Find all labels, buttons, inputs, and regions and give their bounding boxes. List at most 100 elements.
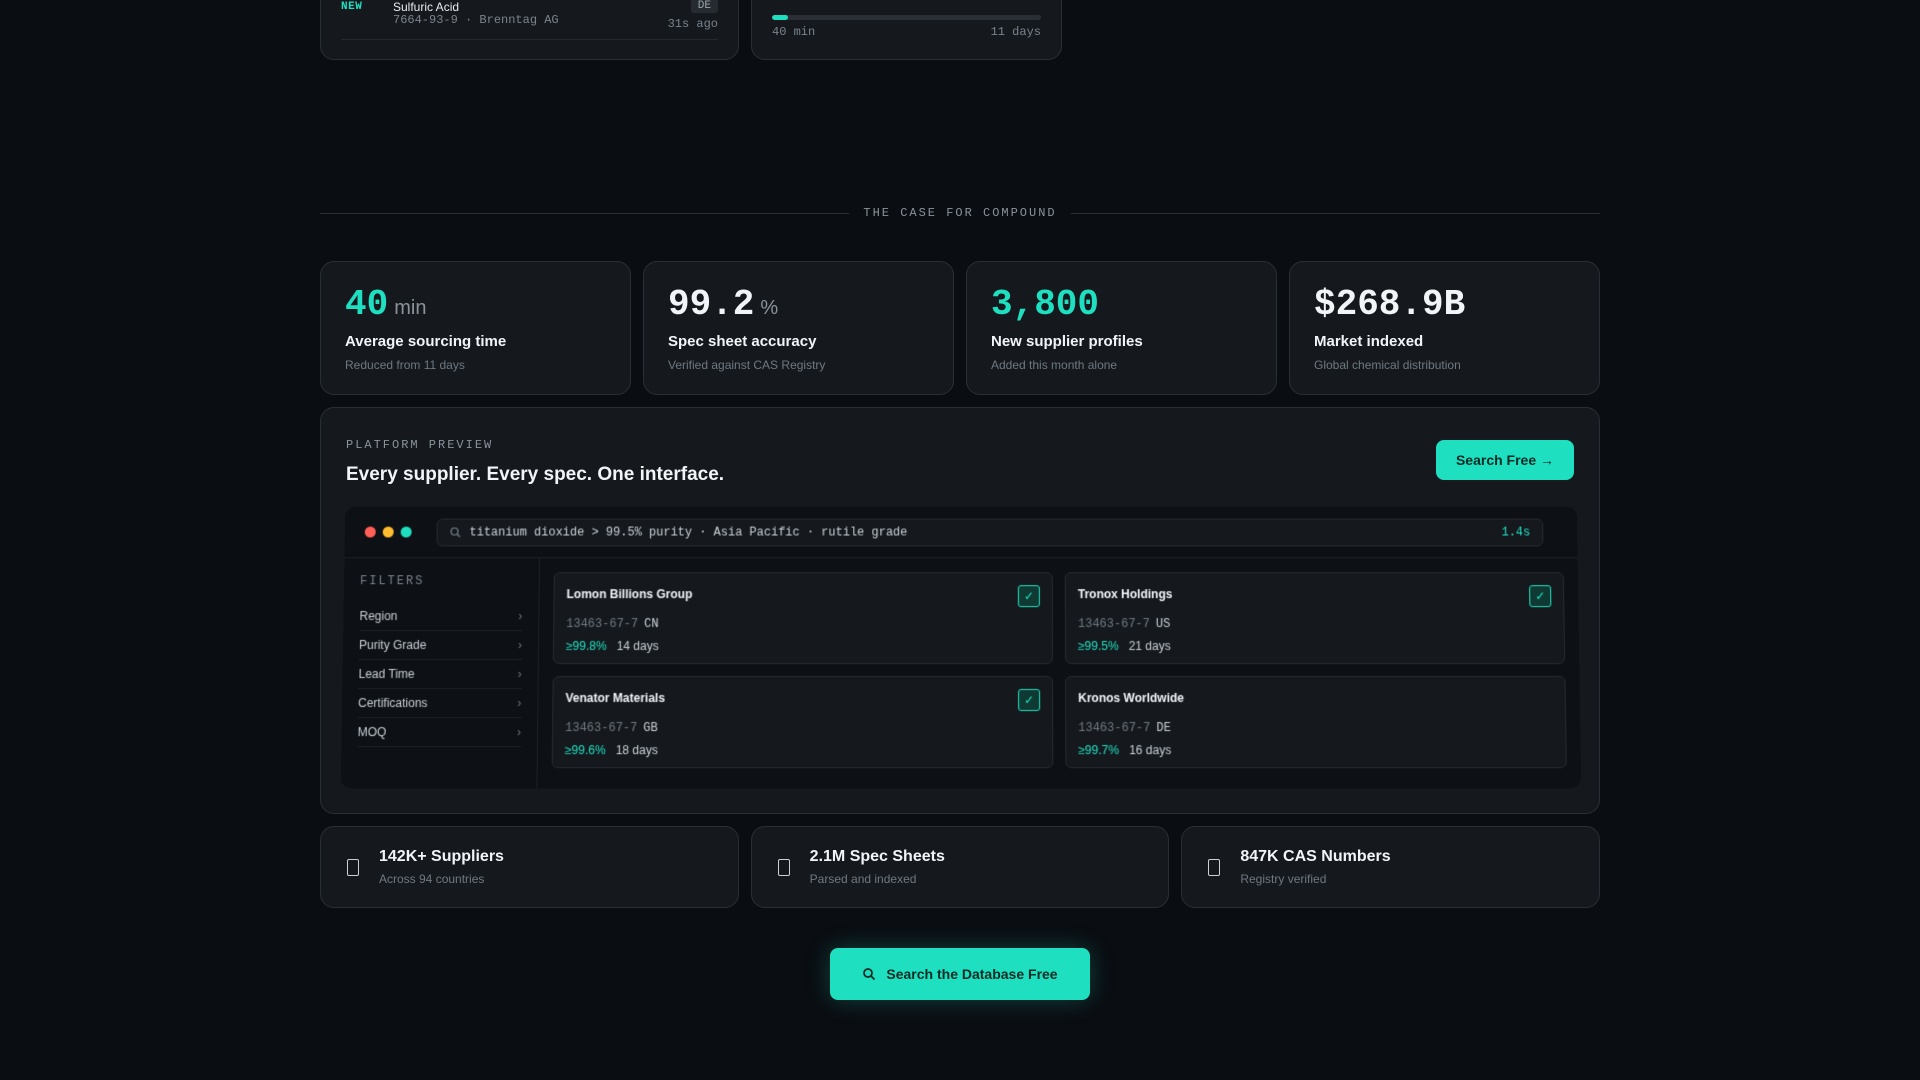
supplier-result-card[interactable]: Kronos Worldwide 13463-67-7 DE ≥99.7% 16 d… bbox=[1065, 676, 1567, 768]
features-row: 142K+ Suppliers Across 94 countries 2.1M… bbox=[320, 826, 1600, 908]
search-icon bbox=[862, 967, 876, 981]
cas-number: 13463-67-7 bbox=[566, 617, 638, 631]
purity-value: ≥99.7% bbox=[1078, 743, 1119, 757]
stat-title: Market indexed bbox=[1314, 333, 1575, 350]
cta-label: Search the Database Free bbox=[886, 966, 1057, 982]
stat-unit: % bbox=[760, 297, 778, 320]
stat-card: 40 min Average sourcing time Reduced fro… bbox=[320, 261, 631, 395]
stat-value: 99.2 bbox=[668, 284, 754, 325]
stats-row: 40 min Average sourcing time Reduced fro… bbox=[320, 261, 1600, 395]
country-code: CN bbox=[644, 617, 659, 631]
stat-subtitle: Verified against CAS Registry bbox=[668, 358, 929, 372]
results-grid: Lomon Billions Group ✓ 13463-67-7 CN ≥99.… bbox=[537, 558, 1581, 788]
cas-number: 13463-67-7 bbox=[1078, 617, 1150, 631]
stat-value: 3,800 bbox=[991, 284, 1099, 325]
stat-subtitle: Global chemical distribution bbox=[1314, 358, 1575, 372]
document-icon bbox=[778, 859, 790, 876]
section-label: THE CASE FOR COMPOUND bbox=[863, 206, 1056, 220]
filter-lead-time[interactable]: Lead Time › bbox=[358, 660, 522, 689]
window-close-dot bbox=[365, 527, 376, 538]
compound-meta: 7664-93-9 · Brenntag AG bbox=[393, 13, 559, 27]
platform-preview-section: PLATFORM PREVIEW Every supplier. Every s… bbox=[320, 407, 1600, 814]
cas-number: 13463-67-7 bbox=[1078, 721, 1150, 735]
lead-time: 21 days bbox=[1129, 639, 1171, 653]
filters-title: FILTERS bbox=[360, 574, 523, 588]
verified-check-icon: ✓ bbox=[1529, 585, 1551, 607]
document-icon bbox=[347, 859, 359, 876]
purity-value: ≥99.8% bbox=[566, 639, 607, 653]
feature-subtitle: Registry verified bbox=[1240, 872, 1390, 886]
purity-value: ≥99.5% bbox=[1078, 639, 1119, 653]
preview-kicker: PLATFORM PREVIEW bbox=[346, 438, 493, 452]
app-preview-window: titanium dioxide > 99.5% purity · Asia P… bbox=[341, 507, 1582, 789]
stat-card: $268.9B Market indexed Global chemical d… bbox=[1289, 261, 1600, 395]
feature-card-spec-sheets: 2.1M Spec Sheets Parsed and indexed bbox=[751, 826, 1170, 908]
supplier-result-card[interactable]: Venator Materials ✓ 13463-67-7 GB ≥99.6% 1… bbox=[552, 676, 1054, 768]
feature-card-cas-numbers: 847K CAS Numbers Registry verified bbox=[1181, 826, 1600, 908]
chevron-right-icon: › bbox=[518, 638, 522, 652]
divider bbox=[341, 39, 718, 40]
divider-line bbox=[320, 213, 849, 214]
stat-card: 99.2 % Spec sheet accuracy Verified agai… bbox=[643, 261, 954, 395]
chevron-right-icon: › bbox=[517, 696, 521, 710]
feature-subtitle: Across 94 countries bbox=[379, 872, 504, 886]
stat-title: Average sourcing time bbox=[345, 333, 606, 350]
purity-value: ≥99.6% bbox=[565, 743, 606, 757]
cas-number: 13463-67-7 bbox=[565, 721, 637, 735]
supplier-name: Tronox Holdings bbox=[1078, 587, 1551, 601]
supplier-result-card[interactable]: Tronox Holdings ✓ 13463-67-7 US ≥99.5% 21 … bbox=[1065, 572, 1565, 664]
filter-label: Lead Time bbox=[358, 667, 414, 681]
filter-certifications[interactable]: Certifications › bbox=[358, 689, 522, 718]
filters-panel: FILTERS Region › Purity Grade › Lead Tim… bbox=[341, 558, 540, 788]
app-titlebar: titanium dioxide > 99.5% purity · Asia P… bbox=[344, 507, 1577, 559]
country-tag: DE bbox=[691, 0, 718, 13]
supplier-name: Lomon Billions Group bbox=[566, 587, 1039, 601]
app-search-bar[interactable]: titanium dioxide > 99.5% purity · Asia P… bbox=[436, 518, 1543, 546]
search-database-button[interactable]: Search the Database Free bbox=[830, 948, 1090, 1000]
progress-fill bbox=[772, 15, 788, 20]
progress-left-label: 40 min bbox=[772, 25, 815, 39]
stat-value: $268.9B bbox=[1314, 284, 1465, 325]
feature-subtitle: Parsed and indexed bbox=[810, 872, 945, 886]
feature-title: 142K+ Suppliers bbox=[379, 848, 504, 866]
query-time: 1.4s bbox=[1501, 525, 1530, 539]
chevron-right-icon: › bbox=[518, 609, 522, 623]
search-query: titanium dioxide > 99.5% purity · Asia P… bbox=[469, 525, 1501, 539]
filter-region[interactable]: Region › bbox=[359, 602, 522, 631]
feature-card-suppliers: 142K+ Suppliers Across 94 countries bbox=[320, 826, 739, 908]
filter-moq[interactable]: MOQ › bbox=[357, 718, 521, 747]
filter-purity-grade[interactable]: Purity Grade › bbox=[359, 631, 522, 660]
stat-subtitle: Reduced from 11 days bbox=[345, 358, 606, 372]
lead-time: 18 days bbox=[616, 743, 658, 757]
search-icon bbox=[449, 526, 461, 538]
lead-time: 16 days bbox=[1129, 743, 1171, 757]
preview-headline: Every supplier. Every spec. One interfac… bbox=[346, 464, 724, 486]
stat-title: New supplier profiles bbox=[991, 333, 1252, 350]
country-code: DE bbox=[1156, 721, 1171, 735]
filter-label: Region bbox=[359, 609, 397, 623]
new-badge: NEW bbox=[341, 1, 362, 13]
feature-title: 847K CAS Numbers bbox=[1240, 848, 1390, 866]
time-comparison-card: 40 min 11 days bbox=[751, 0, 1062, 60]
stat-value: 40 bbox=[345, 284, 388, 325]
timestamp: 31s ago bbox=[668, 17, 718, 31]
stat-subtitle: Added this month alone bbox=[991, 358, 1252, 372]
supplier-name: Venator Materials bbox=[565, 691, 1040, 705]
chevron-right-icon: › bbox=[517, 725, 521, 739]
stat-title: Spec sheet accuracy bbox=[668, 333, 929, 350]
lead-time: 14 days bbox=[617, 639, 659, 653]
window-maximize-dot bbox=[401, 527, 412, 538]
feature-title: 2.1M Spec Sheets bbox=[810, 848, 945, 866]
chevron-right-icon: › bbox=[518, 667, 522, 681]
search-free-button[interactable]: Search Free → bbox=[1436, 440, 1574, 480]
compound-name: Sulfuric Acid bbox=[393, 0, 459, 14]
supplier-name: Kronos Worldwide bbox=[1078, 691, 1553, 705]
supplier-result-card[interactable]: Lomon Billions Group ✓ 13463-67-7 CN ≥99.… bbox=[553, 572, 1053, 664]
window-minimize-dot bbox=[383, 527, 394, 538]
country-code: GB bbox=[643, 721, 658, 735]
divider-line bbox=[1071, 213, 1600, 214]
app-body: FILTERS Region › Purity Grade › Lead Tim… bbox=[341, 558, 1582, 788]
filter-label: Certifications bbox=[358, 696, 428, 710]
progress-right-label: 11 days bbox=[991, 25, 1041, 39]
live-ticker-card: NEW Sulfuric Acid 7664-93-9 · Brenntag A… bbox=[320, 0, 739, 60]
